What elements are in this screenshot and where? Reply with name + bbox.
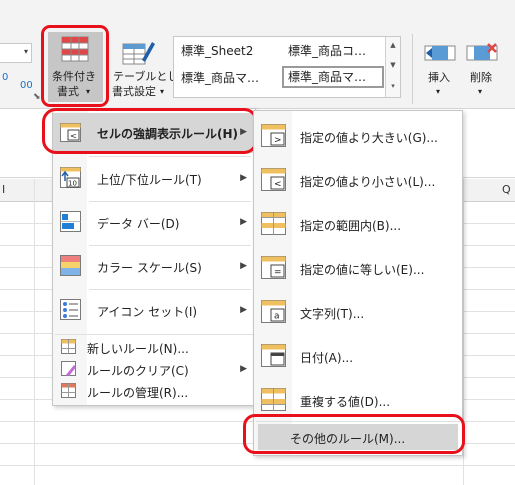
dialog-launcher-icon[interactable]: ⬊ [33, 92, 41, 102]
text-contains-icon: a [261, 300, 286, 323]
menu-item-icon-sets[interactable]: アイコン セット(I) ▶ [53, 291, 255, 331]
column-divider [34, 179, 35, 485]
format-as-table-icon [122, 42, 155, 65]
menu-item-top-bottom-rules[interactable]: 10 上位/下位ルール(T) ▶ [53, 159, 255, 199]
menu-item-label: データ バー(D) [97, 217, 180, 231]
submenu-item-less-than[interactable]: < 指定の値より小さい(L)... [254, 159, 462, 201]
new-rule-icon [61, 339, 76, 354]
menu-item-label: ルールのクリア(C) [87, 364, 189, 378]
row-line [0, 465, 515, 466]
menu-item-new-rule[interactable]: 新しいルール(N)... [53, 336, 255, 358]
date-occurring-icon [261, 344, 286, 367]
menu-item-label: 上位/下位ルール(T) [97, 173, 202, 187]
submenu-item-date-occurring[interactable]: 日付(A)... [254, 335, 462, 377]
svg-text:a: a [274, 312, 280, 322]
number-format-dropdown[interactable]: ▾ [0, 43, 32, 63]
menu-item-label: カラー スケール(S) [97, 261, 202, 275]
annotation-highlight-conditional [41, 25, 109, 107]
submenu-arrow-icon: ▶ [240, 173, 247, 183]
chevron-down-icon: ▾ [478, 87, 483, 96]
less-than-icon: < [261, 168, 286, 191]
svg-text:10: 10 [68, 180, 77, 188]
menu-divider [89, 201, 251, 202]
cell-style-item-selected[interactable]: 標準_商品マ… [282, 66, 384, 88]
svg-text:>: > [274, 136, 282, 146]
submenu-arrow-icon: ▶ [240, 261, 247, 271]
annotation-highlight-menu-item [42, 108, 258, 154]
delete-label: 削除 [470, 71, 492, 84]
menu-divider [55, 334, 253, 335]
gallery-more-icon[interactable]: ▾ [387, 80, 399, 92]
top-bottom-rules-icon: 10 [60, 167, 81, 188]
submenu-item-label: 文字列(T)... [300, 307, 365, 321]
format-as-table-button[interactable]: テーブルとして 書式設定 ▾ [112, 34, 189, 102]
column-header-q[interactable]: Q [502, 183, 511, 196]
between-icon [261, 212, 286, 235]
menu-item-data-bars[interactable]: データ バー(D) ▶ [53, 203, 255, 243]
column-header-i[interactable]: I [2, 183, 5, 196]
submenu-item-label: 重複する値(D)... [300, 395, 391, 409]
submenu-item-greater-than[interactable]: > 指定の値より大きい(G)... [254, 115, 462, 157]
svg-text:<: < [274, 180, 282, 190]
insert-cells-icon [424, 45, 456, 61]
insert-label: 挿入 [428, 71, 450, 84]
group-separator [412, 34, 413, 104]
submenu-item-label: 日付(A)... [300, 351, 354, 365]
annotation-highlight-more-rules [243, 414, 465, 454]
equal-to-icon: = [261, 256, 286, 279]
cell-style-item[interactable]: 標準_商品コ… [284, 40, 384, 62]
submenu-arrow-icon: ▶ [240, 217, 247, 227]
menu-item-label: ルールの管理(R)... [87, 386, 189, 400]
svg-text:=: = [274, 268, 282, 278]
decrease-decimal-fragment-2[interactable]: 00 [20, 80, 33, 91]
decrease-decimal-fragment[interactable]: 0 [2, 72, 8, 83]
gallery-scrollbar[interactable]: ▲ ▼ ▾ [385, 37, 400, 97]
cell-style-item[interactable]: 標準_Sheet2 [177, 40, 280, 62]
icon-sets-icon [60, 299, 81, 320]
menu-item-color-scales[interactable]: カラー スケール(S) ▶ [53, 247, 255, 287]
duplicate-values-icon [261, 388, 286, 411]
submenu-item-between[interactable]: 指定の範囲内(B)... [254, 203, 462, 245]
submenu-item-equal-to[interactable]: = 指定の値に等しい(E)... [254, 247, 462, 289]
clear-rules-icon [61, 361, 76, 376]
submenu-item-label: 指定の範囲内(B)... [300, 219, 402, 233]
scroll-down-icon[interactable]: ▼ [387, 59, 399, 71]
menu-item-label: アイコン セット(I) [97, 305, 198, 319]
submenu-item-label: 指定の値より大きい(G)... [300, 131, 438, 145]
menu-item-label: 新しいルール(N)... [87, 342, 189, 356]
menu-item-manage-rules[interactable]: ルールの管理(R)... [53, 380, 255, 402]
chevron-down-icon: ▾ [436, 87, 441, 96]
submenu-item-label: 指定の値に等しい(E)... [300, 263, 425, 277]
color-scales-icon [60, 255, 81, 276]
menu-divider [89, 289, 251, 290]
highlight-cells-rules-submenu: > 指定の値より大きい(G)... < 指定の値より小さい(L)... 指定の範… [253, 110, 463, 456]
ribbon: ▾ 0 00 ⬊ 条件付き 書式 ▾ テーブルとして 書式設定 ▾ 標準_She… [0, 0, 515, 127]
cell-style-item[interactable]: 標準_商品マ… [177, 67, 280, 89]
menu-divider [89, 156, 251, 157]
submenu-arrow-icon: ▶ [240, 364, 247, 374]
delete-cells-icon [466, 43, 498, 61]
delete-button[interactable]: 削除 ▾ [462, 34, 502, 98]
chevron-down-icon: ▾ [23, 47, 28, 56]
format-as-table-label-2: 書式設定 [112, 85, 156, 98]
menu-item-clear-rules[interactable]: ルールのクリア(C) ▶ [53, 358, 255, 380]
manage-rules-icon [61, 383, 76, 398]
chevron-down-icon: ▾ [160, 87, 165, 96]
menu-divider [89, 245, 251, 246]
submenu-arrow-icon: ▶ [240, 305, 247, 315]
greater-than-icon: > [261, 124, 286, 147]
cell-styles-gallery: 標準_Sheet2 標準_商品コ… 標準_商品マ… 標準_商品マ… ▲ ▼ ▾ [173, 36, 401, 98]
insert-button[interactable]: 挿入 ▾ [420, 34, 460, 98]
scroll-up-icon[interactable]: ▲ [387, 39, 399, 51]
submenu-item-label: 指定の値より小さい(L)... [300, 175, 436, 189]
submenu-item-text-contains[interactable]: a 文字列(T)... [254, 291, 462, 333]
data-bars-icon [60, 211, 81, 232]
